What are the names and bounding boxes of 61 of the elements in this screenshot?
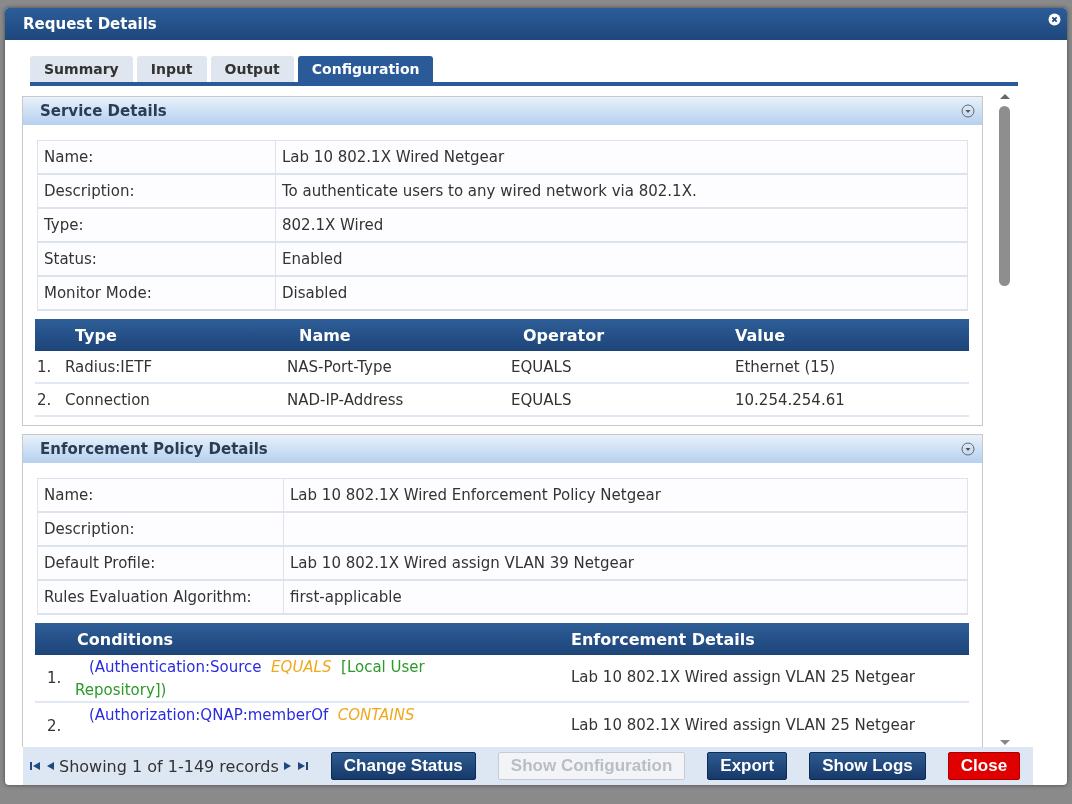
table-cell: 10.254.254.61 xyxy=(735,390,845,409)
condition-text: (Authorization:QNAP:memberOf CONTAINS xyxy=(88,705,416,726)
tab[interactable]: Configuration xyxy=(297,56,434,82)
table-cell: NAD-IP-Address xyxy=(287,390,404,409)
field-value: Lab 10 802.1X Wired Enforcement Policy Netgear xyxy=(284,479,968,513)
field-label: Status: xyxy=(38,243,276,277)
tab[interactable]: Summary xyxy=(30,56,133,82)
tab[interactable]: Input xyxy=(136,56,207,82)
table-cell: Ethernet (15) xyxy=(735,357,836,376)
scrollbar-thumb[interactable] xyxy=(999,106,1010,286)
field-label: Type: xyxy=(38,209,276,243)
last-page-icon[interactable] xyxy=(296,760,309,772)
panel-header[interactable]: Enforcement Policy Details xyxy=(23,435,982,463)
row-number: 1. xyxy=(36,357,53,376)
field-label: Description: xyxy=(38,175,276,209)
column-header: Operator xyxy=(522,325,606,345)
collapse-icon[interactable] xyxy=(961,104,975,118)
button[interactable]: Export xyxy=(707,752,788,780)
pager-text: Showing 1 of 1-149 records xyxy=(59,756,279,776)
field-value: To authenticate users to any wired network via 802.1X. xyxy=(276,175,968,209)
column-header: Enforcement Details xyxy=(571,629,755,649)
tab[interactable]: Output xyxy=(210,56,294,82)
field-label: Rules Evaluation Algorithm: xyxy=(38,581,284,615)
panel-header[interactable]: Service Details xyxy=(23,97,982,125)
field-value: first-applicable xyxy=(284,581,968,615)
row-number: 1. xyxy=(46,668,63,687)
field-label: Name: xyxy=(38,141,276,175)
collapse-icon[interactable] xyxy=(961,442,975,456)
field-label: Default Profile: xyxy=(38,547,284,581)
table-cell: EQUALS xyxy=(511,357,572,376)
scroll-up-icon[interactable] xyxy=(998,92,1011,100)
dialog-title: Request Details xyxy=(23,15,157,33)
field-label: Monitor Mode: xyxy=(38,277,276,311)
row-number: 2. xyxy=(46,716,63,735)
table-cell: Lab 10 802.1X Wired assign VLAN 25 Netgear xyxy=(571,668,915,686)
table-cell: EQUALS xyxy=(511,390,572,409)
scrollbar[interactable] xyxy=(998,92,1011,747)
button[interactable]: Show Logs xyxy=(809,752,926,780)
field-label: Name: xyxy=(38,479,284,513)
field-value: Enabled xyxy=(276,243,968,277)
close-icon[interactable] xyxy=(1048,13,1061,26)
field-value: Disabled xyxy=(276,277,968,311)
table-cell: Radius:IETF xyxy=(65,357,153,376)
column-header: Conditions xyxy=(76,629,175,649)
field-value: 802.1X Wired xyxy=(276,209,968,243)
table-cell: Lab 10 802.1X Wired assign VLAN 25 Netgear xyxy=(571,716,915,734)
column-header: Type xyxy=(74,325,118,345)
panel-title: Enforcement Policy Details xyxy=(40,440,268,458)
column-header: Value xyxy=(735,325,786,345)
panel-title: Service Details xyxy=(40,102,167,120)
column-header: Name xyxy=(298,325,352,345)
button[interactable]: Change Status xyxy=(330,752,476,780)
field-value: Lab 10 802.1X Wired assign VLAN 39 Netgear xyxy=(284,547,968,581)
field-value: Lab 10 802.1X Wired Netgear xyxy=(276,141,968,175)
condition-text: (Authentication:Source EQUALS [Local User Repository]) xyxy=(75,657,426,701)
row-number: 2. xyxy=(36,390,53,409)
table-cell: Connection xyxy=(65,390,150,409)
field-label: Description: xyxy=(38,513,284,547)
first-page-icon[interactable] xyxy=(29,760,41,772)
button[interactable]: Close xyxy=(947,752,1021,780)
table-cell: NAS-Port-Type xyxy=(287,357,392,376)
